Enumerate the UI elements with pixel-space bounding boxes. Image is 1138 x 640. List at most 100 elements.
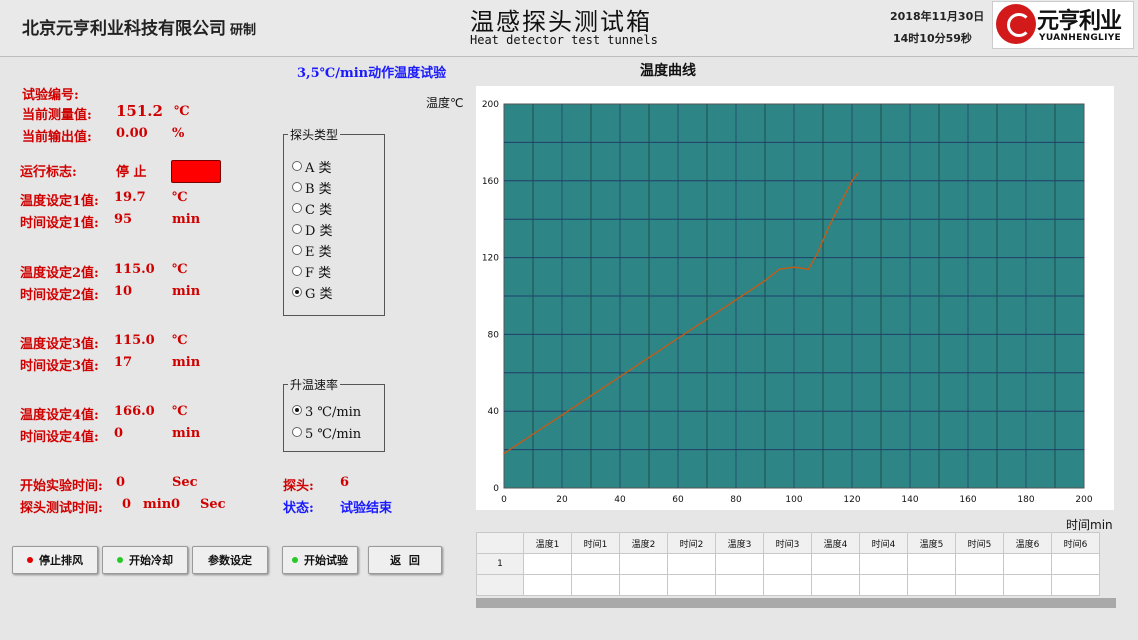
table-cell[interactable] xyxy=(523,574,572,596)
table-cell[interactable] xyxy=(619,553,668,575)
time-setting-2-value: 10 xyxy=(114,284,133,299)
green-status-dot-icon xyxy=(117,557,123,563)
y-tick-label: 80 xyxy=(488,330,500,340)
probe-type-option-d[interactable]: D 类 xyxy=(292,220,333,239)
back-button[interactable]: 返 回 xyxy=(368,546,442,574)
table-header: 温度3 xyxy=(715,532,764,554)
table-cell[interactable] xyxy=(715,574,764,596)
time-setting-4-value: 0 xyxy=(114,426,124,441)
table-cell[interactable] xyxy=(571,574,620,596)
table-header: 时间3 xyxy=(763,532,812,554)
temp-setting-2-value: 115.0 xyxy=(114,262,155,277)
run-flag-label: 运行标志: xyxy=(20,165,77,180)
table-cell[interactable] xyxy=(955,574,1004,596)
probe-type-option-a[interactable]: A 类 xyxy=(292,157,332,176)
y-tick-label: 200 xyxy=(482,100,499,110)
table-cell[interactable] xyxy=(811,553,860,575)
table-cell[interactable] xyxy=(523,553,572,575)
temperature-data-point xyxy=(561,414,563,416)
table-corner xyxy=(476,532,524,554)
radio-icon xyxy=(292,245,302,255)
rate-option-3[interactable]: 3 ℃/min xyxy=(292,405,361,420)
time-setting-1-unit: min xyxy=(172,212,201,227)
rate-option-5[interactable]: 5 ℃/min xyxy=(292,427,361,442)
table-cell[interactable] xyxy=(1051,574,1100,596)
start-test-button[interactable]: 开始试验 xyxy=(282,546,358,574)
x-tick-label: 180 xyxy=(1017,495,1034,505)
chart-x-axis-label: 时间min xyxy=(1066,518,1113,532)
temperature-data-point xyxy=(857,172,859,174)
table-cell[interactable] xyxy=(763,553,812,575)
table-cell[interactable] xyxy=(667,574,716,596)
x-tick-label: 200 xyxy=(1075,495,1092,505)
temp-setting-3-value: 115.0 xyxy=(114,333,155,348)
table-cell[interactable] xyxy=(667,553,716,575)
page-title: 温感探头测试箱 xyxy=(470,8,652,36)
table-header: 时间6 xyxy=(1051,532,1100,554)
time-display: 14时10分59秒 xyxy=(893,32,972,45)
table-cell[interactable] xyxy=(907,574,956,596)
probe-type-option-e[interactable]: E 类 xyxy=(292,241,332,260)
table-cell[interactable] xyxy=(907,553,956,575)
table-cell[interactable] xyxy=(859,553,908,575)
temp-setting-4-value: 166.0 xyxy=(114,404,155,419)
table-header: 温度5 xyxy=(907,532,956,554)
header-divider xyxy=(0,56,1138,57)
start-time-label: 开始实验时间: xyxy=(20,479,103,494)
probe-type-option-f[interactable]: F 类 xyxy=(292,262,331,281)
table-cell[interactable] xyxy=(859,574,908,596)
probe-type-option-c[interactable]: C 类 xyxy=(292,199,332,218)
chart-title: 温度曲线 xyxy=(640,63,696,79)
stop-exhaust-button[interactable]: 停止排风 xyxy=(12,546,98,574)
probe-type-option-g[interactable]: G 类 xyxy=(292,283,333,302)
temperature-data-point xyxy=(764,279,766,282)
page-subtitle: Heat detector test tunnels xyxy=(470,33,658,47)
time-setting-4-label: 时间设定4值: xyxy=(20,430,99,445)
radio-selected-icon xyxy=(292,405,302,415)
table-cell[interactable] xyxy=(1003,553,1052,575)
table-scrollbar[interactable] xyxy=(476,598,1116,608)
table-header: 时间2 xyxy=(667,532,716,554)
table-cell[interactable] xyxy=(619,574,668,596)
date-display: 2018年11月30日 xyxy=(890,10,985,23)
row-index xyxy=(476,574,524,596)
table-cell[interactable] xyxy=(811,574,860,596)
table-cell[interactable] xyxy=(571,553,620,575)
table-header-row: 温度1 时间1 温度2 时间2 温度3 时间3 温度4 时间4 温度5 时间5 … xyxy=(476,532,1100,554)
radio-icon xyxy=(292,266,302,276)
company-suffix: 研制 xyxy=(230,23,257,38)
x-tick-label: 40 xyxy=(614,495,626,505)
parameter-settings-button[interactable]: 参数设定 xyxy=(192,546,268,574)
run-flag-value: 停 止 xyxy=(116,165,147,180)
time-setting-1-value: 95 xyxy=(114,212,133,227)
temp-setting-1-unit: ℃ xyxy=(172,190,188,205)
logo: 元亨利业 YUANHENGLIYE xyxy=(992,1,1134,49)
table-cell[interactable] xyxy=(1003,574,1052,596)
temp-setting-4-unit: ℃ xyxy=(172,404,188,419)
table-cell[interactable] xyxy=(1051,553,1100,575)
current-output-label: 当前输出值: xyxy=(22,130,92,145)
temperature-data-point xyxy=(648,356,650,359)
results-table: 温度1 时间1 温度2 时间2 温度3 时间3 温度4 时间4 温度5 时间5 … xyxy=(476,532,1100,596)
probe-test-time-min: 0 xyxy=(122,497,132,512)
red-status-dot-icon xyxy=(27,557,33,563)
table-cell[interactable] xyxy=(763,574,812,596)
radio-icon xyxy=(292,203,302,213)
table-cell[interactable] xyxy=(715,553,764,575)
probe-label: 探头: xyxy=(283,479,314,494)
test-mode-label: 3,5℃/min动作温度试验 xyxy=(297,66,447,81)
radio-icon xyxy=(292,161,302,171)
y-tick-label: 40 xyxy=(488,407,500,417)
temperature-data-point xyxy=(590,395,592,397)
y-tick-label: 160 xyxy=(482,177,499,187)
time-setting-4-unit: min xyxy=(172,426,201,441)
radio-selected-icon xyxy=(292,287,302,297)
time-setting-3-unit: min xyxy=(172,355,201,370)
start-cooling-button[interactable]: 开始冷却 xyxy=(102,546,188,574)
time-setting-2-unit: min xyxy=(172,284,201,299)
status-value: 试验结束 xyxy=(340,501,393,516)
table-cell[interactable] xyxy=(955,553,1004,575)
probe-type-option-b[interactable]: B 类 xyxy=(292,178,332,197)
test-number-label: 试验编号: xyxy=(22,88,79,103)
temperature-data-point xyxy=(807,268,810,270)
